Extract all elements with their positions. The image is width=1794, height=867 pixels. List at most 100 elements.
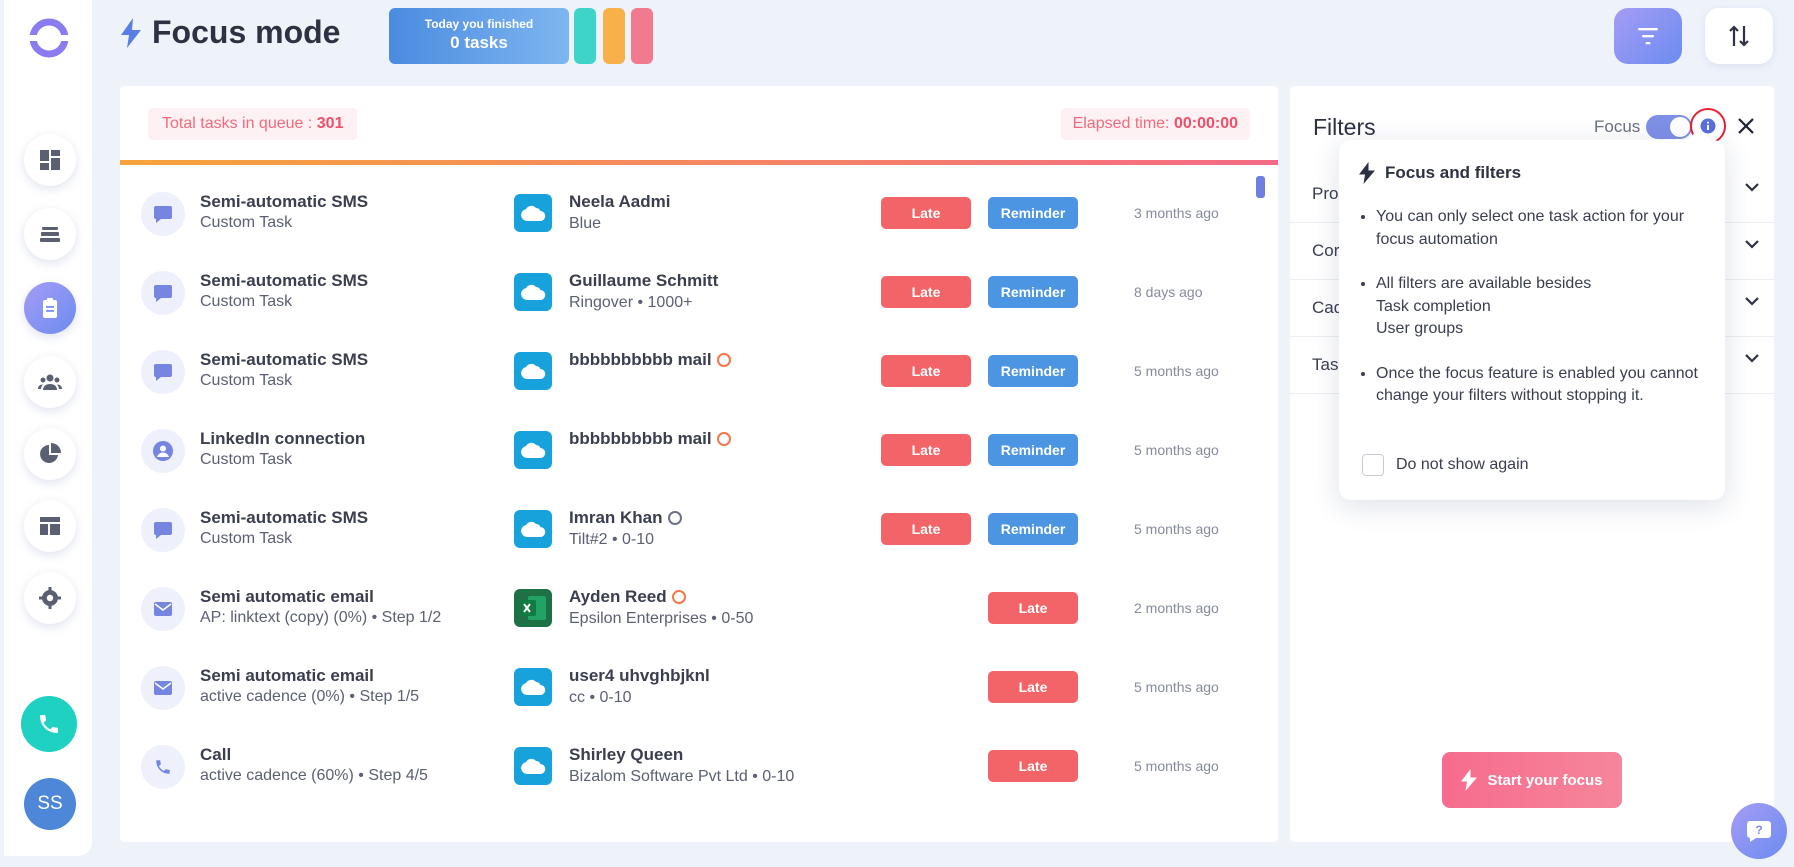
start-focus-label: Start your focus — [1487, 771, 1603, 789]
contact-name-text: Shirley Queen — [569, 745, 684, 764]
svg-text:?: ? — [1755, 823, 1762, 837]
status-pill-orange[interactable] — [603, 8, 625, 64]
sidebar-item-people[interactable] — [24, 356, 76, 408]
task-subtitle: active cadence (60%) • Step 4/5 — [200, 767, 428, 784]
contact-name[interactable]: Guillaume Schmitt — [569, 271, 718, 291]
task-name: Semi-automatic SMS — [200, 192, 369, 211]
salesforce-cloud-icon — [521, 521, 546, 538]
task-type-icon — [141, 350, 185, 394]
popover-bullet-line: You can only select one task action for … — [1376, 208, 1685, 248]
task-subtitle: Custom Task — [200, 530, 293, 547]
elapsed-time-badge: Elapsed time: 00:00:00 — [1060, 108, 1250, 140]
task-time-ago: 8 days ago — [1134, 284, 1203, 300]
contact-name[interactable]: bbbbbbbbbb mail — [569, 429, 731, 449]
sidebar-item-dashboard[interactable] — [24, 134, 76, 186]
task-row[interactable]: Semi automatic email active cadence (0%) … — [120, 648, 1260, 727]
linkedin-icon — [153, 441, 173, 461]
contact-name[interactable]: Shirley Queen — [569, 745, 683, 765]
start-focus-button[interactable]: Start your focus — [1442, 752, 1622, 808]
task-name: LinkedIn connection — [200, 429, 366, 448]
task-row[interactable]: Semi automatic email AP: linktext (copy) … — [120, 569, 1260, 648]
sidebar-item-stack[interactable] — [24, 208, 76, 260]
do-not-show-checkbox[interactable] — [1362, 454, 1384, 476]
app-logo[interactable] — [27, 16, 71, 60]
sidebar-item-layout[interactable] — [24, 500, 76, 552]
popover-bullet: All filters are available besides Task co… — [1376, 273, 1712, 341]
task-row[interactable]: Semi-automatic SMS Custom Task Guillaume S… — [120, 253, 1260, 332]
finished-label: Today you finished — [424, 17, 534, 31]
popover-bullet: You can only select one task action for … — [1376, 206, 1712, 251]
task-subtitle: Custom Task — [200, 214, 293, 231]
contact-name[interactable]: user4 uhvghbjknl — [569, 666, 710, 686]
contact-subtitle: Blue — [569, 215, 602, 232]
salesforce-cloud-icon — [521, 205, 546, 222]
task-row[interactable]: Semi-automatic SMS Custom Task Neela Aadmi… — [120, 174, 1260, 253]
contact-source-icon — [514, 194, 552, 232]
late-badge: Late — [881, 434, 971, 466]
sort-icon — [1729, 25, 1749, 47]
task-name: Semi automatic email — [200, 666, 374, 685]
do-not-show-again[interactable]: Do not show again — [1362, 454, 1529, 476]
chevron-down-icon — [1745, 354, 1759, 363]
finished-tasks-card: Today you finished 0 tasks — [389, 8, 569, 64]
task-type-icon — [141, 271, 185, 315]
popover-bullet-line: User groups — [1376, 320, 1464, 337]
filter-row-label: Cor — [1312, 241, 1340, 260]
popover-bullets: You can only select one task action for … — [1376, 206, 1712, 430]
phone-button[interactable] — [21, 696, 77, 752]
task-row[interactable]: Call active cadence (60%) • Step 4/5 Shirl… — [120, 727, 1260, 806]
stack-icon — [40, 227, 60, 242]
sort-button[interactable] — [1705, 8, 1773, 64]
focus-toggle[interactable] — [1646, 115, 1692, 139]
contact-status-icon — [716, 432, 731, 446]
layout-icon — [40, 517, 60, 535]
chevron-down-icon — [1745, 297, 1759, 306]
contact-name[interactable]: bbbbbbbbbb mail — [569, 350, 731, 370]
contact-name[interactable]: Imran Khan — [569, 508, 682, 528]
filters-title: Filters — [1313, 114, 1376, 140]
late-badge: Late — [988, 750, 1078, 782]
sms-icon — [154, 285, 172, 302]
task-row[interactable]: LinkedIn connection Custom Task bbbbbbbbbb… — [120, 411, 1260, 490]
contact-source-icon — [514, 510, 552, 548]
contact-status-icon — [716, 353, 731, 367]
help-chat-icon: ? — [1747, 821, 1771, 842]
lightning-icon — [1359, 162, 1375, 184]
late-badge: Late — [881, 197, 971, 229]
sidebar-item-pie-chart[interactable] — [24, 428, 76, 480]
email-icon — [154, 602, 172, 616]
pie-chart-icon — [40, 443, 61, 463]
sidebar-item-tasks[interactable] — [24, 282, 76, 334]
salesforce-cloud-icon — [521, 363, 546, 380]
late-badge: Late — [881, 276, 971, 308]
filter-button[interactable] — [1614, 8, 1682, 64]
tasks-icon — [43, 298, 57, 318]
status-pill-pink[interactable] — [631, 8, 653, 64]
task-subtitle: AP: linktext (copy) (0%) • Step 1/2 — [200, 609, 442, 626]
sms-icon — [154, 364, 172, 381]
sidebar-item-settings[interactable] — [24, 572, 76, 624]
focus-label: Focus — [1594, 117, 1641, 136]
contact-source-icon — [514, 668, 552, 706]
dashboard-icon — [40, 150, 60, 170]
task-row[interactable]: Semi-automatic SMS Custom Task bbbbbbbbbb … — [120, 332, 1260, 411]
task-row[interactable]: Semi-automatic SMS Custom Task Imran Khan T… — [120, 490, 1260, 569]
task-type-icon — [141, 666, 185, 710]
help-button[interactable]: ? — [1731, 803, 1787, 859]
task-time-ago: 5 months ago — [1134, 521, 1219, 537]
avatar[interactable]: SS — [24, 778, 76, 830]
elapsed-time-value: 00:00:00 — [1173, 115, 1238, 132]
popover-header: Focus and filters — [1359, 162, 1521, 184]
chevron-down-icon — [1745, 183, 1759, 192]
contact-name-text: Imran Khan — [569, 508, 663, 527]
task-name: Call — [200, 745, 232, 764]
page-title: Focus mode — [152, 14, 341, 50]
task-subtitle: Custom Task — [200, 451, 293, 468]
contact-name[interactable]: Ayden Reed — [569, 587, 686, 607]
reminder-badge: Reminder — [988, 513, 1078, 545]
close-filters-button[interactable] — [1730, 110, 1762, 142]
status-pill-teal[interactable] — [574, 8, 596, 64]
contact-name[interactable]: Neela Aadmi — [569, 192, 670, 212]
excel-icon — [520, 596, 546, 620]
task-type-icon — [141, 429, 185, 473]
